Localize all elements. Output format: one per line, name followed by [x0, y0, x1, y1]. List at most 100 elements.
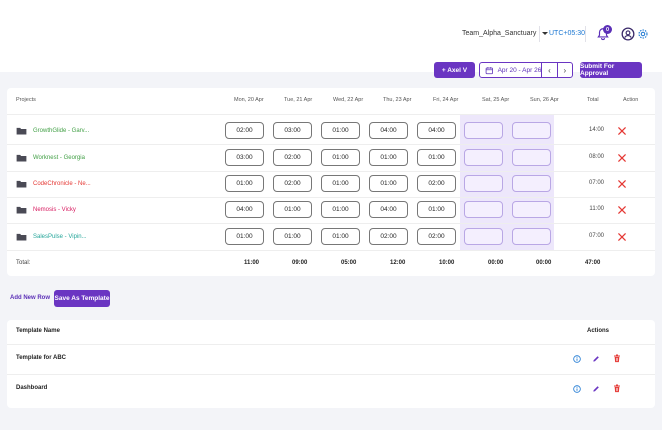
folder-icon: [16, 180, 27, 188]
hours-input[interactable]: 01:00: [321, 175, 360, 192]
row-total: 07:00: [588, 180, 604, 186]
hours-input[interactable]: 01:00: [321, 149, 360, 166]
hours-input[interactable]: [512, 175, 551, 192]
trash-icon[interactable]: [613, 354, 621, 363]
hours-input[interactable]: 01:00: [369, 149, 408, 166]
templates-card: [7, 320, 655, 408]
project-name[interactable]: CodeChronicle - Ne...: [33, 181, 91, 187]
hours-input[interactable]: 02:00: [273, 149, 312, 166]
date-range-picker[interactable]: Apr 20 - Apr 26 ‹ ›: [479, 62, 573, 78]
date-range-label: Apr 20 - Apr 26: [497, 66, 542, 74]
header-sat: Sat, 25 Apr: [482, 97, 510, 103]
user-select-button[interactable]: + Axel V: [434, 62, 475, 78]
hours-input[interactable]: 01:00: [417, 149, 456, 166]
hours-input[interactable]: 04:00: [417, 122, 456, 139]
hours-input[interactable]: 01:00: [321, 122, 360, 139]
divider: [7, 344, 655, 345]
divider: [7, 223, 655, 224]
project-name[interactable]: Worknest - Georgia: [33, 155, 85, 161]
folder-icon: [16, 127, 27, 135]
trash-icon[interactable]: [613, 384, 621, 393]
pencil-icon[interactable]: [592, 355, 600, 363]
divider: [585, 26, 586, 42]
project-name[interactable]: GrowthGlide - Garv...: [33, 128, 89, 134]
save-as-template-button[interactable]: Save As Template: [54, 290, 110, 307]
hours-input[interactable]: 02:00: [417, 175, 456, 192]
hours-input[interactable]: [512, 149, 551, 166]
delete-row-icon[interactable]: [618, 233, 626, 241]
project-name[interactable]: SalesPulse - Vipin...: [33, 234, 87, 240]
project-cell: SalesPulse - Vipin...: [16, 233, 87, 241]
submit-for-approval-button[interactable]: Submit For Approval: [580, 62, 642, 78]
hours-input[interactable]: 02:00: [369, 228, 408, 245]
hours-input[interactable]: 04:00: [369, 201, 408, 218]
hours-input[interactable]: 04:00: [369, 122, 408, 139]
hours-input[interactable]: 03:00: [225, 149, 264, 166]
hours-input[interactable]: [464, 175, 503, 192]
header-projects: Projects: [16, 97, 36, 103]
hours-input[interactable]: 01:00: [369, 175, 408, 192]
prev-week-button[interactable]: ‹: [541, 63, 556, 77]
template-name: Template for ABC: [16, 355, 67, 361]
total-mon: 11:00: [244, 260, 260, 266]
hours-input[interactable]: 01:00: [321, 201, 360, 218]
header-fri: Fri, 24 Apr: [433, 97, 459, 103]
delete-row-icon[interactable]: [618, 206, 626, 214]
calendar-icon: [485, 66, 493, 74]
project-cell: CodeChronicle - Ne...: [16, 180, 91, 188]
divider: [7, 171, 655, 172]
gear-icon[interactable]: [637, 28, 649, 40]
row-total: 14:00: [588, 127, 604, 133]
project-cell: Worknest - Georgia: [16, 154, 85, 162]
account-icon[interactable]: [621, 27, 635, 41]
folder-icon: [16, 206, 27, 214]
total-fri: 10:00: [439, 260, 455, 266]
delete-row-icon[interactable]: [618, 180, 626, 188]
project-name[interactable]: Nemosis - Vicky: [33, 207, 76, 213]
template-name: Dashboard: [16, 385, 48, 391]
next-week-button[interactable]: ›: [556, 63, 572, 77]
header-mon: Mon, 20 Apr: [234, 97, 264, 103]
hours-input[interactable]: 01:00: [417, 201, 456, 218]
hours-input[interactable]: [512, 228, 551, 245]
hours-input[interactable]: 01:00: [273, 228, 312, 245]
hours-input[interactable]: 01:00: [225, 175, 264, 192]
hours-input[interactable]: [464, 228, 503, 245]
hours-input[interactable]: [512, 122, 551, 139]
divider: [7, 197, 655, 198]
hours-input[interactable]: [464, 149, 503, 166]
template-name-header: Template Name: [16, 328, 60, 334]
timezone-label[interactable]: UTC+05:30: [549, 30, 585, 37]
team-selector[interactable]: Team_Alpha_Sanctuary: [462, 30, 549, 37]
pencil-icon[interactable]: [592, 385, 600, 393]
header-action: Action: [623, 97, 639, 103]
notification-badge: 0: [603, 25, 612, 34]
header-sun: Sun, 26 Apr: [530, 97, 559, 103]
hours-input[interactable]: [464, 122, 503, 139]
hours-input[interactable]: 01:00: [273, 201, 312, 218]
hours-input[interactable]: 02:00: [417, 228, 456, 245]
folder-icon: [16, 154, 27, 162]
header-total: Total: [587, 97, 599, 103]
hours-input[interactable]: [512, 201, 551, 218]
row-total: 07:00: [588, 233, 604, 239]
grand-total: 47:00: [585, 260, 601, 266]
hours-input[interactable]: [464, 201, 503, 218]
row-total: 08:00: [588, 154, 604, 160]
project-cell: Nemosis - Vicky: [16, 206, 76, 214]
hours-input[interactable]: 02:00: [273, 175, 312, 192]
info-icon[interactable]: [573, 385, 581, 393]
total-sat: 00:00: [488, 260, 504, 266]
delete-row-icon[interactable]: [618, 127, 626, 135]
info-icon[interactable]: [573, 355, 581, 363]
hours-input[interactable]: 04:00: [225, 201, 264, 218]
hours-input[interactable]: 01:00: [225, 228, 264, 245]
hours-input[interactable]: 01:00: [321, 228, 360, 245]
hours-input[interactable]: 03:00: [273, 122, 312, 139]
delete-row-icon[interactable]: [618, 154, 626, 162]
hours-input[interactable]: 02:00: [225, 122, 264, 139]
folder-icon: [16, 233, 27, 241]
total-sun: 00:00: [536, 260, 552, 266]
add-new-row-button[interactable]: Add New Row: [10, 295, 50, 301]
header-tue: Tue, 21 Apr: [284, 97, 313, 103]
